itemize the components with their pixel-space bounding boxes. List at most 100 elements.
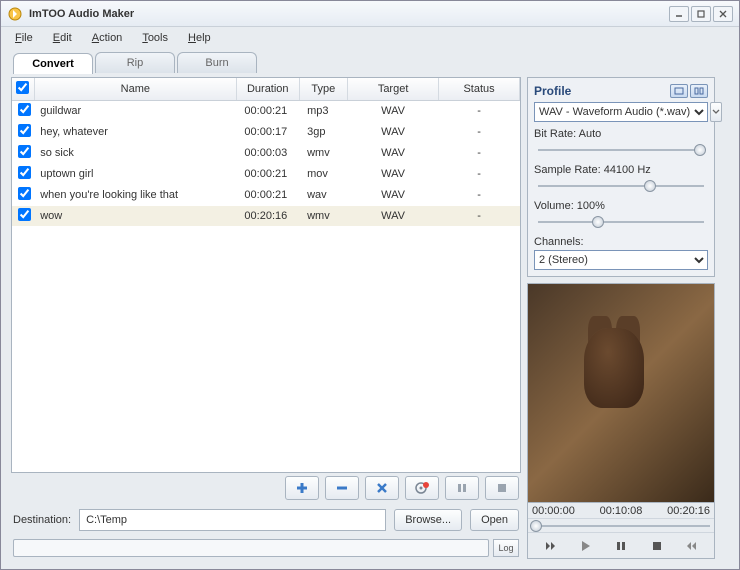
progress-bar	[13, 539, 489, 557]
time-row: 00:00:00 00:10:08 00:20:16	[528, 502, 714, 518]
profile-title: Profile	[534, 84, 571, 98]
table-row[interactable]: uptown girl00:00:21movWAV-	[12, 164, 520, 185]
table-row[interactable]: hey, whatever00:00:173gpWAV-	[12, 122, 520, 143]
pause-playback-button[interactable]	[609, 537, 633, 555]
tabs: Convert Rip Burn	[1, 49, 739, 73]
menu-edit[interactable]: Edit	[53, 32, 72, 44]
table-row[interactable]: when you're looking like that00:00:21wav…	[12, 185, 520, 206]
list-toolbar	[11, 473, 521, 503]
cell-status: -	[439, 143, 520, 164]
file-table: Name Duration Type Target Status guildwa…	[11, 77, 521, 473]
tab-burn[interactable]: Burn	[177, 52, 257, 73]
menu-help[interactable]: Help	[188, 32, 211, 44]
table-row[interactable]: so sick00:00:03wmvWAV-	[12, 143, 520, 164]
app-icon	[7, 6, 23, 22]
open-button[interactable]: Open	[470, 509, 519, 531]
table-row[interactable]: guildwar00:00:21mp3WAV-	[12, 101, 520, 122]
check-all[interactable]	[16, 81, 29, 94]
convert-button[interactable]	[405, 476, 439, 500]
add-button[interactable]	[285, 476, 319, 500]
playback-slider[interactable]	[528, 518, 714, 532]
cell-target: WAV	[348, 143, 439, 164]
app-title: ImTOO Audio Maker	[29, 8, 669, 20]
cell-status: -	[439, 122, 520, 143]
app-window: ImTOO Audio Maker File Edit Action Tools…	[0, 0, 740, 570]
titlebar: ImTOO Audio Maker	[1, 1, 739, 27]
cell-status: -	[439, 164, 520, 185]
col-target[interactable]: Target	[348, 78, 439, 101]
menu-action[interactable]: Action	[92, 32, 123, 44]
cell-name: wow	[34, 206, 236, 227]
profile-expand-icon[interactable]	[690, 84, 708, 98]
cell-type: mp3	[299, 101, 348, 122]
cell-duration: 00:20:16	[236, 206, 299, 227]
bitrate-label: Bit Rate: Auto	[534, 128, 708, 140]
maximize-button[interactable]	[691, 6, 711, 22]
next-button[interactable]	[680, 537, 704, 555]
volume-slider[interactable]	[534, 214, 708, 230]
table-row[interactable]: wow00:20:16wmvWAV-	[12, 206, 520, 227]
tab-rip[interactable]: Rip	[95, 52, 175, 73]
cell-status: -	[439, 185, 520, 206]
samplerate-slider[interactable]	[534, 178, 708, 194]
row-check[interactable]	[18, 187, 31, 200]
col-status[interactable]: Status	[439, 78, 520, 101]
col-name[interactable]: Name	[34, 78, 236, 101]
row-check[interactable]	[18, 103, 31, 116]
preview-image	[528, 284, 714, 502]
play-button[interactable]	[573, 537, 597, 555]
cell-name: when you're looking like that	[34, 185, 236, 206]
samplerate-label: Sample Rate: 44100 Hz	[534, 164, 708, 176]
profile-format-select[interactable]: WAV - Waveform Audio (*.wav)	[534, 102, 708, 122]
cell-type: wmv	[299, 143, 348, 164]
cell-type: 3gp	[299, 122, 348, 143]
cell-duration: 00:00:03	[236, 143, 299, 164]
menu-file[interactable]: File	[15, 32, 33, 44]
stop-button[interactable]	[485, 476, 519, 500]
progress-row: Log	[11, 537, 521, 559]
channels-select[interactable]: 2 (Stereo)	[534, 250, 708, 270]
profile-apply-all-icon[interactable]	[670, 84, 688, 98]
cell-target: WAV	[348, 101, 439, 122]
log-button[interactable]: Log	[493, 539, 519, 557]
cell-name: so sick	[34, 143, 236, 164]
row-check[interactable]	[18, 208, 31, 221]
prev-button[interactable]	[538, 537, 562, 555]
row-check[interactable]	[18, 166, 31, 179]
content: Name Duration Type Target Status guildwa…	[1, 73, 739, 569]
destination-input[interactable]	[79, 509, 386, 531]
col-check[interactable]	[12, 78, 34, 101]
tab-convert[interactable]: Convert	[13, 53, 93, 74]
cell-type: wmv	[299, 206, 348, 227]
pause-button[interactable]	[445, 476, 479, 500]
profile-panel: Profile WAV - Waveform Audio (*.wav) Bit…	[527, 77, 715, 277]
cell-duration: 00:00:21	[236, 101, 299, 122]
channels-label: Channels:	[534, 236, 708, 248]
cell-target: WAV	[348, 122, 439, 143]
cell-status: -	[439, 101, 520, 122]
menu-tools[interactable]: Tools	[142, 32, 168, 44]
cell-target: WAV	[348, 206, 439, 227]
cell-type: mov	[299, 164, 348, 185]
profile-dropdown-icon[interactable]	[710, 102, 722, 122]
remove-button[interactable]	[325, 476, 359, 500]
cell-duration: 00:00:21	[236, 185, 299, 206]
bitrate-slider[interactable]	[534, 142, 708, 158]
row-check[interactable]	[18, 145, 31, 158]
col-type[interactable]: Type	[299, 78, 348, 101]
cell-status: -	[439, 206, 520, 227]
cell-name: hey, whatever	[34, 122, 236, 143]
table-header: Name Duration Type Target Status	[12, 78, 520, 101]
stop-playback-button[interactable]	[645, 537, 669, 555]
minimize-button[interactable]	[669, 6, 689, 22]
browse-button[interactable]: Browse...	[394, 509, 462, 531]
cell-type: wav	[299, 185, 348, 206]
menubar: File Edit Action Tools Help	[1, 27, 739, 49]
time-mid: 00:10:08	[600, 505, 643, 517]
volume-label: Volume: 100%	[534, 200, 708, 212]
clear-button[interactable]	[365, 476, 399, 500]
playback-controls	[528, 532, 714, 558]
row-check[interactable]	[18, 124, 31, 137]
col-duration[interactable]: Duration	[236, 78, 299, 101]
close-button[interactable]	[713, 6, 733, 22]
